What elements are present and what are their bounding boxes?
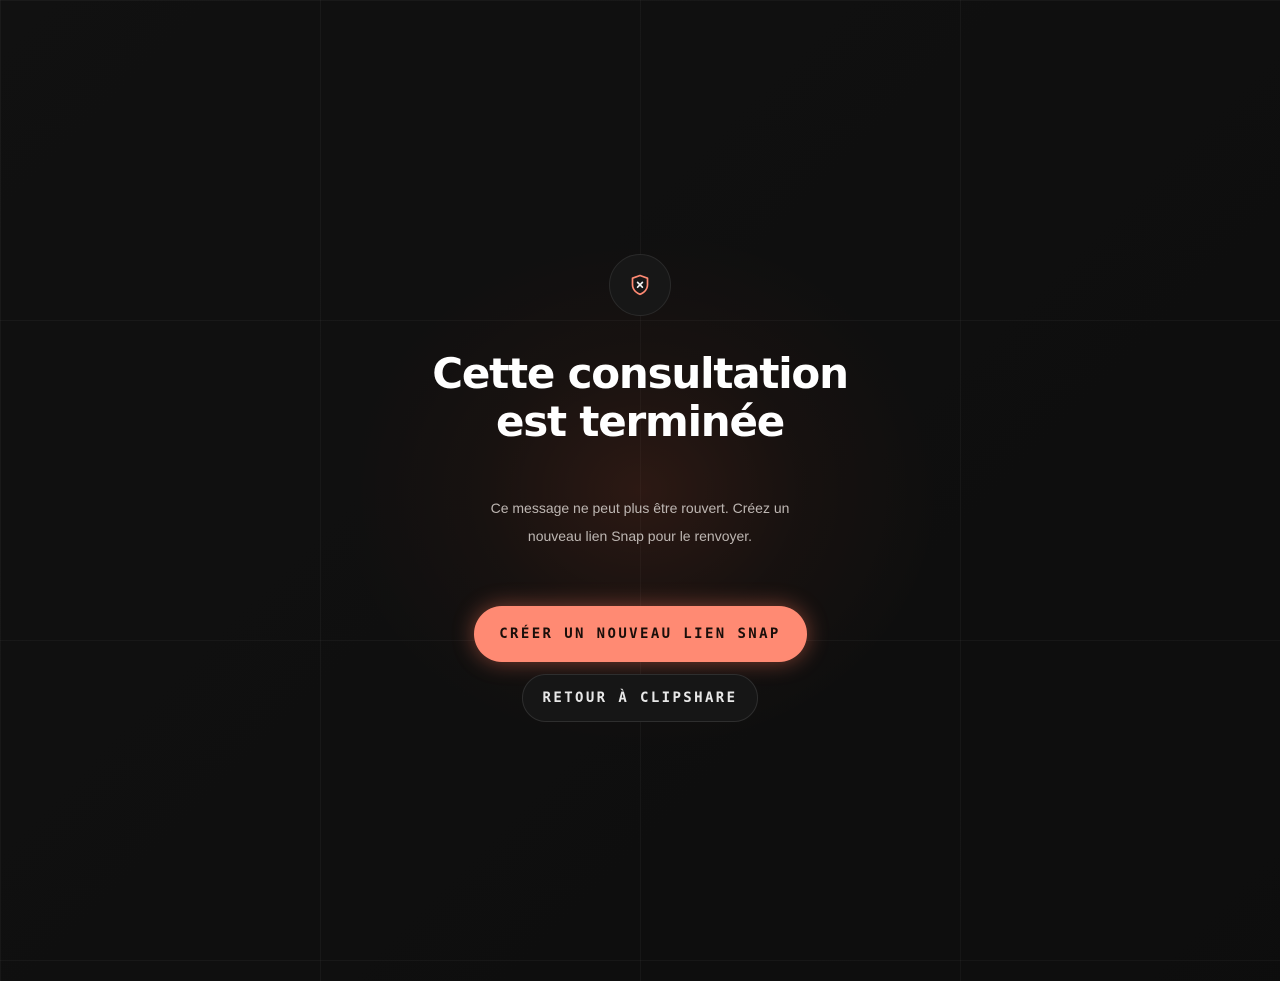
page-subtitle: Ce message ne peut plus être rouvert. Cr… [490, 500, 790, 545]
expired-message-panel: Cette consultation est terminée Ce messa… [0, 254, 1280, 723]
shield-x-icon [631, 274, 649, 296]
page-title: Cette consultation est terminée [432, 349, 849, 446]
status-badge [609, 254, 671, 316]
back-to-clipshare-button[interactable]: RETOUR À CLIPSHARE [522, 674, 758, 723]
create-new-snap-link-button[interactable]: CRÉER UN NOUVEAU LIEN SNAP [473, 606, 807, 663]
